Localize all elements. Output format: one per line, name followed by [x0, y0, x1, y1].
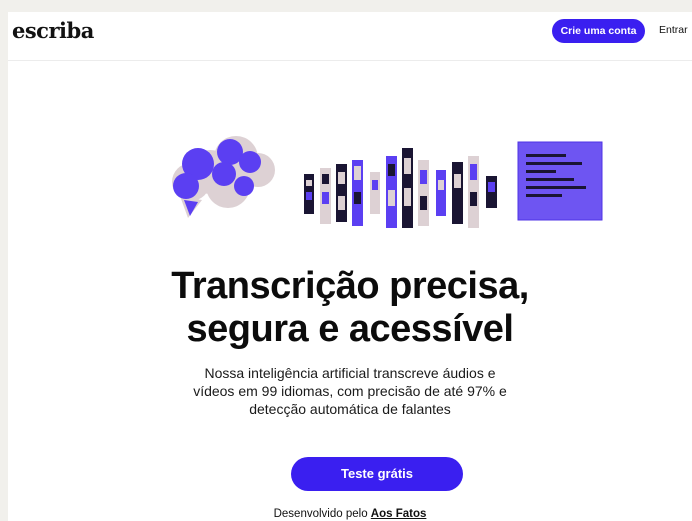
header: escriba Crie uma conta Entrar — [8, 12, 692, 61]
logo[interactable]: escriba — [12, 18, 94, 43]
signup-button[interactable]: Crie uma conta — [552, 19, 645, 43]
hero-illustration — [172, 136, 603, 228]
login-link[interactable]: Entrar — [659, 24, 688, 36]
credit: Desenvolvido pelo Aos Fatos — [8, 508, 692, 520]
hero-subtitle-line1: Nossa inteligência artificial transcreve… — [204, 365, 496, 381]
try-free-button[interactable]: Teste grátis — [291, 457, 463, 491]
transcript-document-icon — [517, 141, 603, 221]
aos-fatos-link[interactable]: Aos Fatos — [371, 508, 427, 520]
hero-subtitle-line3: detecção automática de falantes — [249, 401, 451, 417]
credit-prefix: Desenvolvido pelo — [273, 508, 368, 520]
speech-cloud-icon — [172, 136, 275, 218]
hero-title-line2: segura e acessível — [186, 308, 514, 350]
hero-subtitle: Nossa inteligência artificial transcreve… — [8, 364, 692, 418]
hero-title: Transcrição precisa, segura e acessível — [8, 265, 692, 351]
audio-wave-icon — [304, 148, 497, 228]
hero-subtitle-line2: vídeos em 99 idiomas, com precisão de at… — [193, 383, 507, 399]
page: escriba Crie uma conta Entrar Transcriçã… — [8, 12, 692, 521]
hero-title-line1: Transcrição precisa, — [171, 265, 529, 307]
